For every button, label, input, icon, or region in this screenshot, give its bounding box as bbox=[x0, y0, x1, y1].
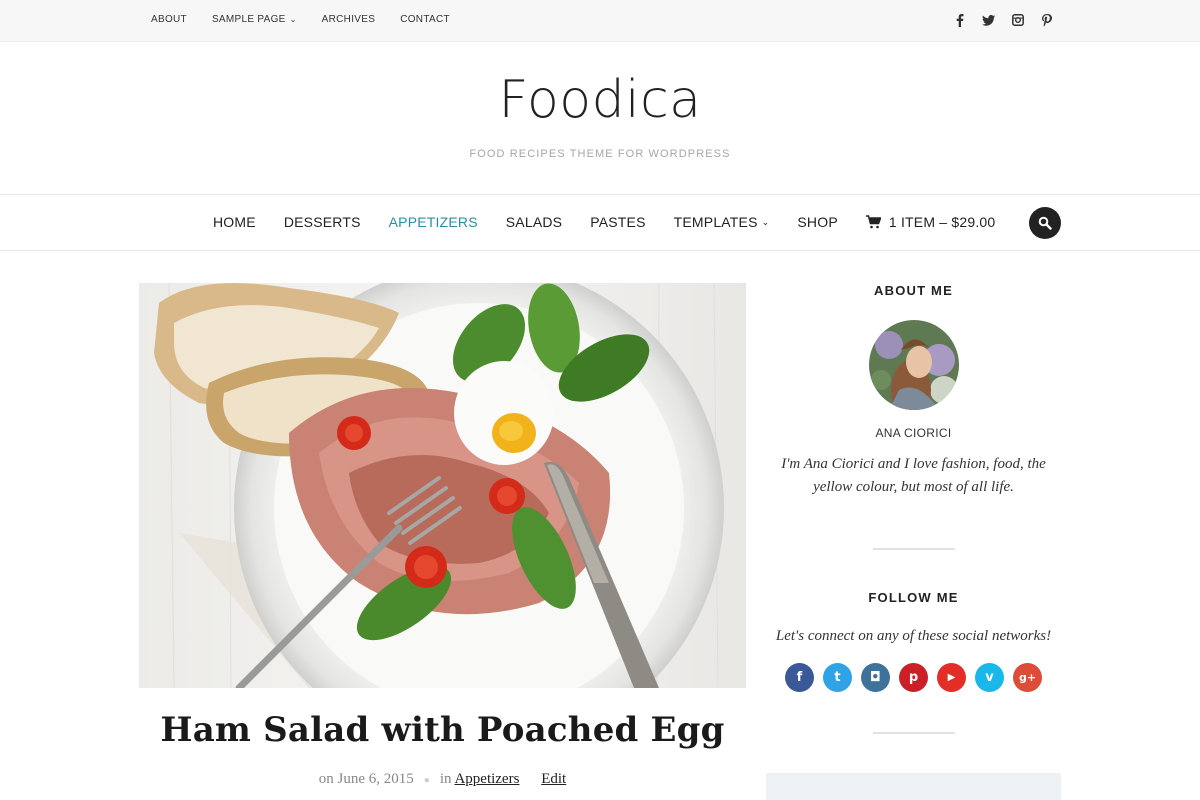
top-link-archives[interactable]: ARCHIVES bbox=[322, 14, 376, 25]
site-tagline: FOOD RECIPES THEME FOR WORDPRESS bbox=[469, 148, 731, 160]
nav-item-home[interactable]: HOME bbox=[213, 214, 256, 230]
chevron-down-icon: ⌄ bbox=[289, 15, 297, 24]
nav-item-pastes[interactable]: PASTES bbox=[590, 214, 645, 230]
follow-text: Let's connect on any of these social net… bbox=[775, 628, 1052, 644]
site-header: Foodica FOOD RECIPES THEME FOR WORDPRESS bbox=[0, 42, 1200, 194]
vimeo-icon[interactable]: v bbox=[975, 663, 1004, 692]
post-title[interactable]: Ham Salad with Poached Egg bbox=[139, 710, 746, 750]
author-name: ANA CIORICI bbox=[875, 426, 952, 440]
social-links: f t ◘ p ▶ v g+ bbox=[766, 663, 1061, 692]
facebook-icon[interactable] bbox=[952, 12, 967, 28]
post-category-link[interactable]: Appetizers bbox=[454, 771, 519, 787]
googleplus-icon[interactable]: g+ bbox=[1013, 663, 1042, 692]
follow-widget-title: FOLLOW ME bbox=[868, 590, 959, 605]
sidebar: ABOUT ME ANA CIORICI I'm Ana Ciorici and… bbox=[766, 283, 1061, 734]
about-widget-title: ABOUT ME bbox=[874, 283, 953, 298]
main-nav: HOME DESSERTS APPETIZERS SALADS PASTES T… bbox=[0, 194, 1200, 251]
widget-divider bbox=[872, 548, 955, 550]
post-edit-link[interactable]: Edit bbox=[541, 771, 566, 787]
nav-item-shop[interactable]: SHOP bbox=[797, 214, 837, 230]
instagram-icon[interactable] bbox=[1010, 12, 1025, 28]
top-bar: ABOUT SAMPLE PAGE ⌄ ARCHIVES CONTACT bbox=[0, 0, 1200, 42]
author-bio: I'm Ana Ciorici and I love fashion, food… bbox=[781, 456, 1046, 495]
post-date: on June 6, 2015 bbox=[318, 771, 414, 787]
nav-item-desserts[interactable]: DESSERTS bbox=[284, 214, 361, 230]
site-logo[interactable]: Foodica bbox=[0, 70, 1200, 130]
sidebar-next-widget bbox=[766, 773, 1061, 800]
food-photo bbox=[139, 283, 746, 688]
top-link-contact[interactable]: CONTACT bbox=[400, 14, 450, 25]
facebook-icon[interactable]: f bbox=[785, 663, 814, 692]
main-menu: HOME DESSERTS APPETIZERS SALADS PASTES T… bbox=[213, 214, 1023, 230]
youtube-icon[interactable]: ▶ bbox=[937, 663, 966, 692]
instagram-icon[interactable]: ◘ bbox=[861, 663, 890, 692]
pinterest-icon[interactable]: p bbox=[899, 663, 928, 692]
pinterest-icon[interactable] bbox=[1039, 12, 1054, 28]
top-link-about[interactable]: ABOUT bbox=[151, 14, 187, 25]
chevron-down-icon: ⌄ bbox=[761, 216, 770, 227]
nav-item-appetizers[interactable]: APPETIZERS bbox=[389, 214, 478, 230]
cart-link[interactable]: 1 ITEM – $29.00 bbox=[865, 214, 996, 230]
top-social-icons bbox=[952, 12, 1054, 28]
avatar bbox=[868, 320, 959, 410]
cart-summary: 1 ITEM – $29.00 bbox=[888, 214, 996, 230]
cart-icon bbox=[865, 215, 881, 229]
twitter-icon[interactable]: t bbox=[823, 663, 852, 692]
post-in-label: in bbox=[439, 771, 452, 787]
nav-item-salads[interactable]: SALADS bbox=[506, 214, 562, 230]
top-link-sample-page[interactable]: SAMPLE PAGE ⌄ bbox=[212, 14, 297, 25]
top-nav: ABOUT SAMPLE PAGE ⌄ ARCHIVES CONTACT bbox=[151, 14, 475, 25]
post-meta: on June 6, 2015 ● in Appetizers Edit bbox=[139, 771, 746, 788]
search-icon bbox=[1038, 216, 1052, 230]
widget-divider bbox=[872, 732, 955, 734]
twitter-icon[interactable] bbox=[981, 12, 996, 28]
nav-item-templates[interactable]: TEMPLATES ⌄ bbox=[674, 214, 770, 230]
meta-separator: ● bbox=[423, 775, 430, 786]
search-button[interactable] bbox=[1029, 207, 1061, 239]
post-featured-image[interactable] bbox=[139, 283, 746, 688]
